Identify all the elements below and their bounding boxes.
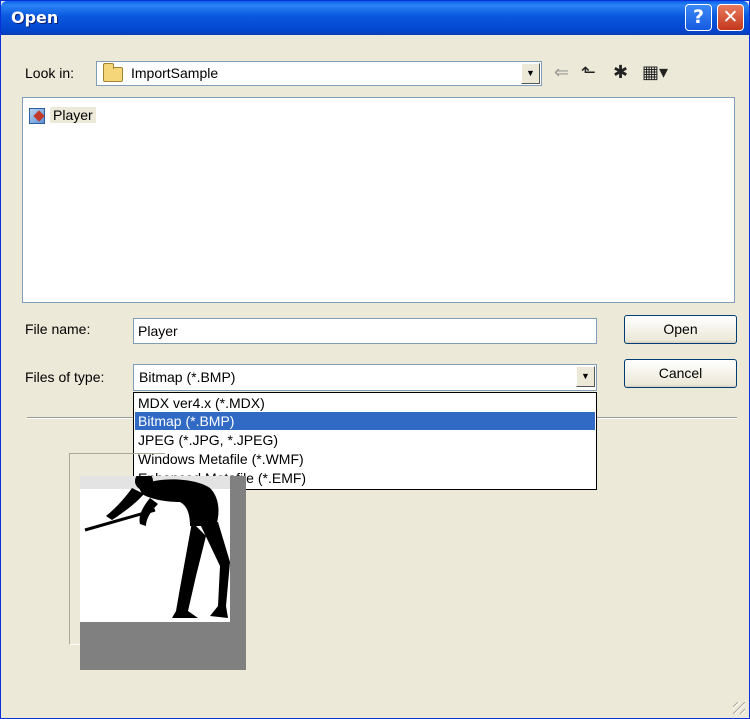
files-of-type-label: Files of type: [25, 369, 105, 385]
chevron-down-icon[interactable]: ▼ [576, 366, 595, 387]
close-button[interactable]: ✕ [717, 4, 744, 31]
image-file-icon [29, 108, 45, 124]
file-name: Player [50, 107, 96, 123]
open-button[interactable]: Open [624, 315, 737, 344]
views-menu-icon[interactable]: ▦▾ [642, 63, 668, 83]
divider [27, 417, 135, 419]
file-type-option-mdx[interactable]: MDX ver4.x (*.MDX) [135, 394, 595, 412]
back-arrow-icon[interactable]: ⇐ [554, 63, 569, 83]
look-in-dropdown[interactable]: ImportSample ▼ [96, 61, 542, 86]
file-type-option-jpeg[interactable]: JPEG (*.JPG, *.JPEG) [135, 431, 595, 449]
player-silhouette [84, 476, 230, 618]
file-type-dropdown[interactable]: Bitmap (*.BMP) ▼ [133, 364, 597, 391]
file-type-value: Bitmap (*.BMP) [139, 369, 236, 385]
divider [597, 417, 737, 419]
folder-icon [103, 63, 123, 82]
up-folder-icon[interactable]: ⬑ [581, 63, 596, 83]
file-type-option-bmp[interactable]: Bitmap (*.BMP) [135, 412, 595, 430]
preview-image [80, 476, 246, 670]
cancel-button[interactable]: Cancel [624, 359, 737, 388]
new-folder-icon[interactable]: ✱ [613, 63, 628, 83]
dialog-title: Open [11, 8, 59, 27]
file-list[interactable]: Player [22, 97, 735, 303]
look-in-value: ImportSample [131, 65, 219, 81]
help-button[interactable]: ? [685, 4, 712, 31]
file-type-option-wmf[interactable]: Windows Metafile (*.WMF) [135, 450, 595, 468]
chevron-down-icon[interactable]: ▼ [521, 63, 540, 84]
open-dialog: Open ? ✕ Look in: ImportSample ▼ ⇐ ⬑ ✱ ▦… [0, 0, 750, 719]
file-name-label: File name: [25, 321, 91, 337]
resize-grip-icon[interactable] [733, 702, 745, 714]
file-name-input[interactable] [133, 318, 597, 344]
title-bar[interactable]: Open ? ✕ [1, 1, 749, 35]
look-in-label: Look in: [25, 65, 75, 81]
